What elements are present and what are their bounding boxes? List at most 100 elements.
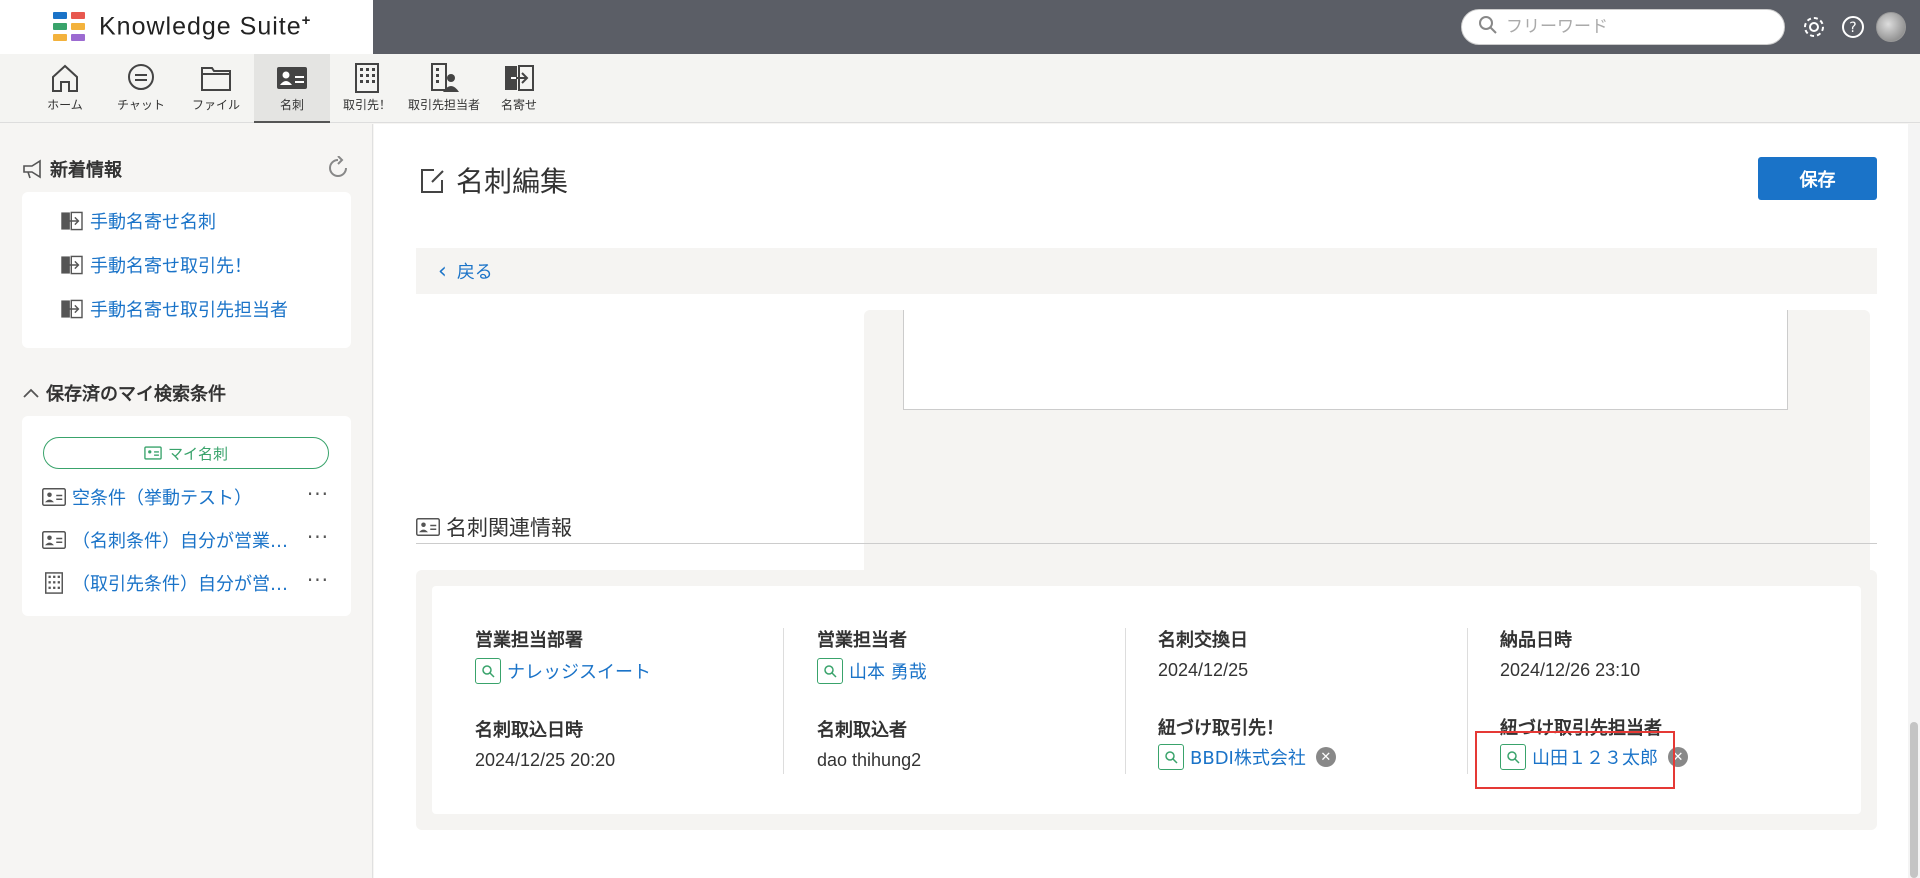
related-info-title: 名刺関連情報: [416, 510, 1877, 544]
refresh-icon[interactable]: [326, 155, 350, 184]
nav-file[interactable]: ファイル: [185, 54, 247, 123]
nav-merge-label: 名寄せ: [500, 98, 537, 112]
merge-icon: [61, 255, 83, 275]
more-options-icon[interactable]: ···: [307, 482, 329, 506]
column-sales-person: 営業担当者 山本 勇哉 名刺取込者 dao thihung2: [817, 626, 1157, 774]
nav-home-label: ホーム: [47, 98, 83, 112]
nav-contacts[interactable]: 取引先担当者: [404, 54, 484, 123]
news-link-manual-merge-accounts[interactable]: 手動名寄せ取引先！: [60, 252, 252, 278]
business-card-icon: [144, 446, 162, 460]
svg-text:?: ?: [1849, 20, 1856, 36]
nav-accounts[interactable]: 取引先！: [338, 54, 396, 123]
import-datetime-label: 名刺取込日時: [475, 720, 583, 741]
importer-value: dao thihung2: [817, 750, 922, 770]
chevron-up-icon: [23, 388, 39, 398]
save-button[interactable]: 保存: [1758, 157, 1877, 200]
saved-search-header[interactable]: 保存済のマイ検索条件: [22, 380, 226, 406]
nav-file-label: ファイル: [191, 98, 240, 112]
search-icon[interactable]: [475, 658, 501, 684]
building-icon: [45, 572, 63, 594]
news-link-manual-merge-cards[interactable]: 手動名寄せ名刺: [60, 208, 216, 234]
nav-business-card-label: 名刺: [279, 98, 304, 112]
upper-form-card: [864, 310, 1870, 594]
column-divider: [1467, 628, 1468, 774]
linked-contact-link[interactable]: 山田１２３太郎 ✕: [1500, 744, 1688, 770]
search-icon: [1478, 15, 1498, 39]
scrollbar-thumb[interactable]: [1910, 722, 1918, 878]
delivery-datetime-label: 納品日時: [1500, 630, 1572, 651]
clear-icon[interactable]: ✕: [1668, 747, 1688, 767]
building-icon: [355, 63, 379, 93]
sales-person-label: 営業担当者: [817, 630, 907, 651]
chat-icon: [128, 64, 154, 90]
chevron-left-icon: ‹: [438, 258, 447, 284]
saved-item-account-condition[interactable]: （取引先条件）自分が営業担当の取引先: [42, 570, 342, 596]
business-card-icon: [277, 67, 307, 89]
help-icon[interactable]: ?: [1838, 12, 1868, 42]
column-sales-dept: 営業担当部署 ナレッジスイート 名刺取込日時 2024/12/25 20:20: [475, 626, 815, 774]
importer-label: 名刺取込者: [817, 720, 907, 741]
sales-dept-link[interactable]: ナレッジスイート: [475, 658, 651, 684]
search-input[interactable]: [1506, 17, 1756, 37]
nav-business-card[interactable]: 名刺: [254, 54, 330, 123]
linked-account-link[interactable]: BBDI株式会社 ✕: [1158, 744, 1336, 770]
delivery-datetime-value: 2024/12/26 23:10: [1500, 660, 1641, 680]
column-delivery: 納品日時 2024/12/26 23:10 紐づけ取引先担当者 山田１２３太郎 …: [1500, 626, 1840, 774]
column-divider: [783, 628, 784, 774]
search-icon[interactable]: [1500, 744, 1526, 770]
memo-textarea[interactable]: [903, 310, 1788, 410]
page-title: 名刺編集: [418, 160, 568, 200]
gear-icon[interactable]: [1799, 12, 1829, 42]
news-header: 新着情報: [22, 156, 122, 182]
business-card-icon: [42, 488, 66, 506]
linked-contact-label: 紐づけ取引先担当者: [1500, 718, 1662, 739]
linked-account-label: 紐づけ取引先！: [1158, 718, 1284, 739]
home-icon: [52, 64, 78, 92]
search-icon[interactable]: [1158, 744, 1184, 770]
logo-mark-icon: [53, 12, 87, 42]
back-link[interactable]: ‹ 戻る: [416, 248, 1877, 294]
merge-icon: [505, 65, 534, 91]
import-datetime-value: 2024/12/25 20:20: [475, 750, 616, 770]
sidebar: 新着情報 手動名寄せ名刺 手動名寄せ取引先！ 手動名寄せ取引先担当者 保存済のマ…: [0, 124, 373, 878]
megaphone-icon: [23, 159, 41, 179]
nav-accounts-label: 取引先！: [342, 98, 391, 112]
more-options-icon[interactable]: ···: [307, 568, 329, 592]
column-divider: [1125, 628, 1126, 774]
related-info-inner: 営業担当部署 ナレッジスイート 名刺取込日時 2024/12/25 20:20 …: [432, 586, 1861, 814]
my-card-filter-button[interactable]: マイ名刺: [43, 437, 329, 469]
nav-home[interactable]: ホーム: [36, 54, 94, 123]
related-info-card: 営業担当部署 ナレッジスイート 名刺取込日時 2024/12/25 20:20 …: [416, 570, 1877, 830]
avatar[interactable]: [1876, 12, 1906, 42]
saved-item-card-condition[interactable]: （名刺条件）自分が営業担当の名刺: [42, 527, 342, 553]
nav-chat[interactable]: チャット: [110, 54, 172, 123]
contact-person-icon: [431, 63, 459, 92]
logo[interactable]: Knowledge Suite+: [0, 0, 373, 54]
business-card-icon: [416, 517, 440, 536]
nav-chat-label: チャット: [117, 98, 165, 112]
saved-search-panel: マイ名刺 空条件（挙動テスト） ··· （名刺条件）自分が営業担当の名刺 ···…: [22, 416, 351, 616]
exchange-date-value: 2024/12/25: [1158, 660, 1249, 680]
business-card-icon: [42, 531, 66, 549]
folder-icon: [201, 67, 231, 91]
logo-text: Knowledge Suite+: [99, 12, 312, 41]
news-panel: 手動名寄せ名刺 手動名寄せ取引先！ 手動名寄せ取引先担当者: [22, 192, 351, 348]
nav-contacts-label: 取引先担当者: [407, 98, 480, 112]
back-label: 戻る: [456, 262, 493, 283]
sales-dept-label: 営業担当部署: [475, 630, 583, 651]
merge-icon: [61, 299, 83, 319]
nav-merge[interactable]: 名寄せ: [494, 54, 544, 123]
edit-icon: [421, 169, 444, 193]
search-icon[interactable]: [817, 658, 843, 684]
main-nav: ホーム チャット ファイル 名刺 取引先！ 取引先担当者 名寄せ: [0, 54, 1920, 123]
saved-item-empty-condition[interactable]: 空条件（挙動テスト）: [42, 484, 342, 510]
clear-icon[interactable]: ✕: [1315, 747, 1336, 767]
sales-person-link[interactable]: 山本 勇哉: [817, 658, 927, 684]
top-bar: Knowledge Suite+ ?: [0, 0, 1920, 54]
column-exchange-date: 名刺交換日 2024/12/25 紐づけ取引先！ BBDI株式会社 ✕: [1158, 626, 1498, 774]
search-box[interactable]: [1461, 9, 1785, 45]
news-link-manual-merge-contacts[interactable]: 手動名寄せ取引先担当者: [60, 296, 288, 322]
more-options-icon[interactable]: ···: [307, 525, 329, 549]
scrollbar[interactable]: [1908, 124, 1920, 878]
main-content: 名刺編集 保存 ‹ 戻る 名刺関連情報 営業担当部署 ナレッジスイート 名刺取込…: [374, 124, 1920, 878]
